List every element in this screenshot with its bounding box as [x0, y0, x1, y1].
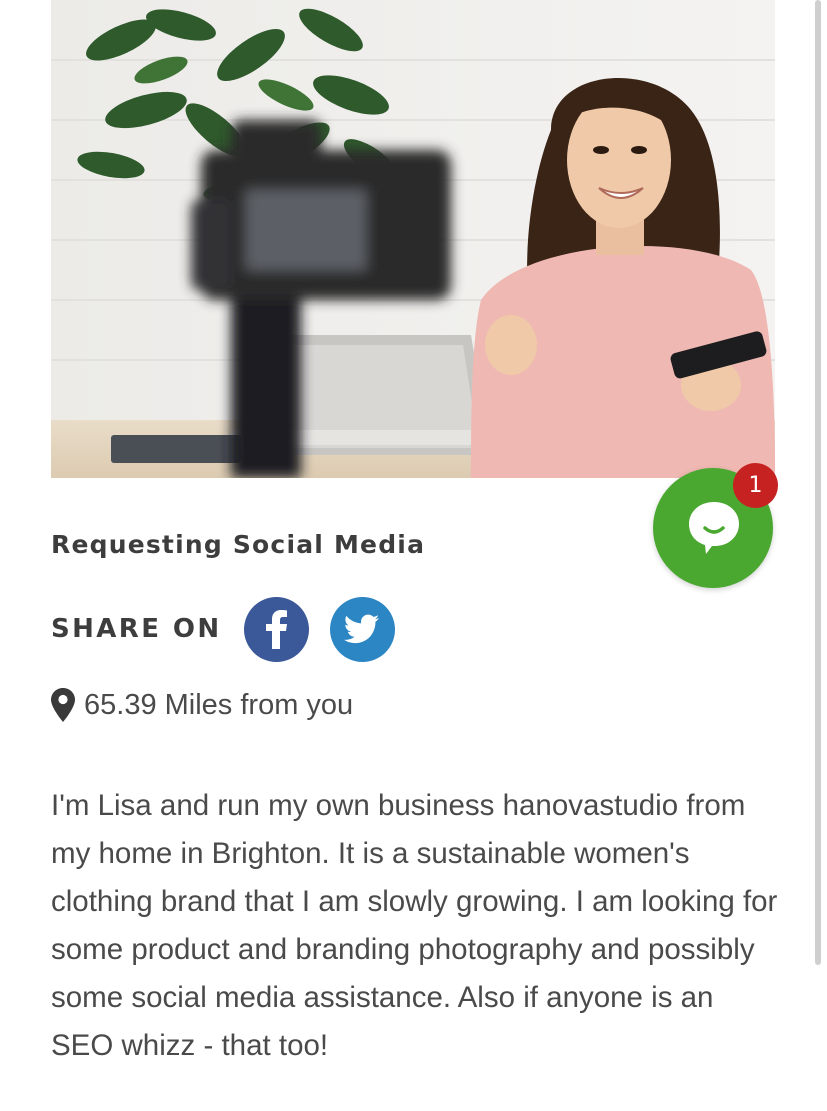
share-label: SHARE ON — [51, 614, 222, 644]
twitter-icon — [344, 614, 380, 644]
facebook-icon — [266, 610, 288, 649]
facebook-share-button[interactable] — [243, 596, 309, 662]
request-title: Requesting Social Media — [51, 530, 426, 559]
hero-photo — [51, 0, 775, 478]
scrollbar[interactable] — [815, 0, 821, 965]
notification-badge: 1 — [733, 463, 778, 508]
share-row: SHARE ON — [51, 596, 395, 662]
distance-text: 65.39 Miles from you — [84, 688, 354, 721]
distance-row: 65.39 Miles from you — [51, 688, 353, 722]
map-pin-icon — [51, 688, 75, 722]
twitter-share-button[interactable] — [329, 596, 395, 662]
request-description: I'm Lisa and run my own business hanovas… — [51, 789, 778, 1062]
chat-bubble-icon — [689, 502, 739, 554]
